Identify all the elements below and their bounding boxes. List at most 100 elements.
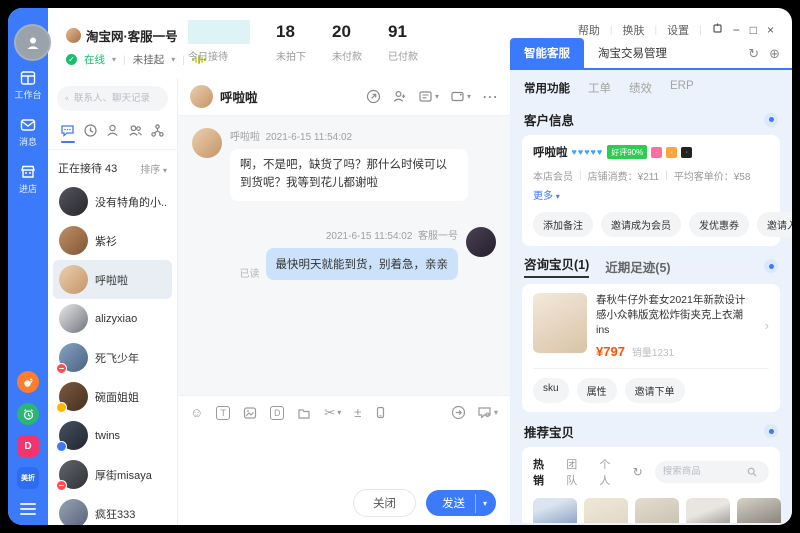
workbench-icon — [20, 70, 36, 86]
product-title[interactable]: 春秋牛仔外套女2021年新款设计感小众韩版宽松炸街夹克上衣潮ins — [596, 293, 756, 339]
online-status[interactable]: 在线 — [84, 52, 105, 67]
tab-consulted-items[interactable]: 咨询宝贝(1) — [524, 254, 589, 278]
tab-recent-footprints[interactable]: 近期足迹(5) — [605, 257, 670, 276]
tab-groups[interactable] — [128, 123, 143, 143]
note-add-icon[interactable]: ▾ — [418, 89, 439, 104]
product-search[interactable] — [655, 461, 769, 483]
maximize-button[interactable]: □ — [750, 23, 757, 37]
phone-icon[interactable] — [374, 406, 387, 419]
d-app-icon[interactable]: D — [17, 435, 39, 457]
close-chat-button[interactable]: 关闭 — [353, 489, 416, 517]
consulted-item-card: 春秋牛仔外套女2021年新款设计感小众韩版宽松炸街夹克上衣潮ins ¥797 销… — [522, 284, 780, 412]
add-note-button[interactable]: 添加备注 — [533, 212, 593, 237]
message-input[interactable] — [178, 429, 510, 481]
screenshot-icon[interactable]: ✂▾ — [324, 405, 341, 421]
tab-contacts[interactable] — [105, 123, 120, 143]
auto-reply-settings-icon[interactable]: ▾ — [477, 405, 498, 420]
calculator-icon[interactable]: ± — [354, 405, 361, 420]
rail-item-messages[interactable]: 消息 — [19, 117, 37, 148]
status-caret-icon[interactable]: ▾ — [112, 55, 116, 64]
subtab-common[interactable]: 常用功能 — [524, 80, 570, 96]
subtab-ticket[interactable]: 工单 — [588, 80, 611, 96]
refresh-icon[interactable]: ↻ — [748, 46, 759, 62]
tab-hot-sale[interactable]: 热销 — [533, 456, 554, 488]
product-image — [533, 498, 577, 523]
recommend-product[interactable]: ¥1299.00 — [686, 498, 730, 523]
contact-item[interactable]: 死飞少年 — [53, 338, 172, 377]
collapse-icon[interactable] — [764, 259, 778, 273]
subtab-erp[interactable]: ERP — [670, 80, 694, 96]
contact-search-input[interactable] — [74, 93, 160, 104]
attributes-button[interactable]: 属性 — [577, 378, 617, 403]
recommend-product[interactable]: ¥1299.00 — [737, 498, 781, 523]
buyer-level-hearts: ♥♥♥♥♥ — [572, 147, 604, 157]
tab-chats[interactable] — [60, 123, 75, 143]
invite-order-button[interactable]: 邀请下单 — [625, 378, 685, 403]
contact-item[interactable]: 没有特角的小... — [53, 182, 172, 221]
sort-dropdown[interactable]: 排序 ▾ — [140, 161, 167, 176]
more-icon[interactable]: ⋯ — [482, 87, 498, 107]
send-options-caret-icon[interactable]: ▾ — [475, 494, 496, 513]
sku-button[interactable]: sku — [533, 378, 569, 403]
contact-item[interactable]: 厚街misaya — [53, 455, 172, 494]
more-link[interactable]: 更多 ▾ — [533, 187, 560, 202]
chevron-right-icon[interactable]: › — [765, 318, 769, 333]
recommend-product[interactable]: ¥1299.00 — [635, 498, 679, 523]
divider: | — [182, 54, 185, 66]
add-user-icon[interactable] — [392, 89, 407, 104]
send-coupon-button[interactable]: 发优惠券 — [689, 212, 749, 237]
minimize-button[interactable]: − — [733, 23, 740, 37]
refresh-icon[interactable]: ↻ — [633, 465, 643, 479]
settings-link[interactable]: 设置 — [667, 22, 689, 38]
message-list[interactable]: 呼啦啦 2021-6-15 11:54:02 啊，不是吧，缺货了吗？那什么时候可… — [178, 116, 510, 395]
contact-search[interactable] — [57, 86, 168, 111]
tab-team[interactable]: 团队 — [566, 456, 587, 488]
video-icon[interactable]: ▾ — [450, 89, 471, 104]
collapse-icon[interactable] — [764, 424, 778, 438]
subtab-performance[interactable]: 绩效 — [629, 80, 652, 96]
add-plugin-icon[interactable]: ⊕ — [769, 46, 780, 62]
right-panel: 智能客服 淘宝交易管理 ↻ ⊕ 常用功能 工单 绩效 ERP 客户信息 呼啦啦 — [510, 40, 792, 525]
video-clip-icon[interactable]: D — [270, 406, 284, 420]
file-icon[interactable] — [297, 406, 311, 420]
tab-personal[interactable]: 个人 — [599, 456, 620, 488]
contact-item-selected[interactable]: 呼啦啦 — [53, 260, 172, 299]
more-apps-menu-icon[interactable] — [20, 503, 36, 515]
quick-phrase-icon[interactable]: T — [216, 406, 230, 420]
rail-item-shop[interactable]: 进店 — [19, 164, 37, 195]
recommend-grid: ¥1299.00 ¥1299.00 ¥1299.00 ¥1299.00 ¥129… — [533, 498, 769, 523]
contact-item[interactable]: alizyxiao — [53, 299, 172, 338]
hold-status[interactable]: 未挂起 — [133, 52, 165, 67]
skin-link[interactable]: 换肤 — [623, 22, 645, 38]
qianniu-app-icon[interactable] — [17, 371, 39, 393]
product-image[interactable] — [533, 293, 587, 353]
pin-icon[interactable] — [712, 23, 723, 37]
quick-send-icon[interactable] — [451, 405, 466, 420]
image-icon[interactable] — [243, 406, 257, 420]
tab-trade-manage[interactable]: 淘宝交易管理 — [584, 38, 681, 68]
contact-item[interactable]: twins — [53, 416, 172, 455]
hold-caret-icon[interactable]: ▾ — [171, 55, 175, 64]
tab-org[interactable] — [150, 123, 165, 143]
close-button[interactable]: × — [767, 23, 774, 37]
contact-item[interactable]: 碗面姐姐 — [53, 377, 172, 416]
timestamp: 2021-6-15 11:54:02 — [266, 132, 353, 143]
collapse-icon[interactable] — [764, 113, 778, 127]
contact-item[interactable]: 紫衫 — [53, 221, 172, 260]
emoji-icon[interactable]: ☺ — [190, 405, 203, 420]
meizhe-app-icon[interactable]: 美折 — [17, 467, 39, 489]
tab-smart-service[interactable]: 智能客服 — [510, 38, 584, 68]
send-button[interactable]: 发送 ▾ — [426, 490, 496, 516]
recommend-product[interactable]: ¥1299.00 — [584, 498, 628, 523]
help-link[interactable]: 帮助 — [578, 22, 600, 38]
contact-item[interactable]: 疯狂333 — [53, 494, 172, 525]
alarm-app-icon[interactable] — [17, 403, 39, 425]
transfer-icon[interactable] — [366, 89, 381, 104]
product-search-input[interactable] — [663, 466, 743, 477]
tab-recent[interactable] — [83, 123, 98, 143]
profile-avatar[interactable] — [14, 24, 51, 61]
invite-member-button[interactable]: 邀请成为会员 — [601, 212, 681, 237]
invite-group-button[interactable]: 邀请入群 — [757, 212, 792, 237]
rail-item-workbench[interactable]: 工作台 — [14, 70, 41, 101]
recommend-product[interactable]: ¥1299.00 — [533, 498, 577, 523]
